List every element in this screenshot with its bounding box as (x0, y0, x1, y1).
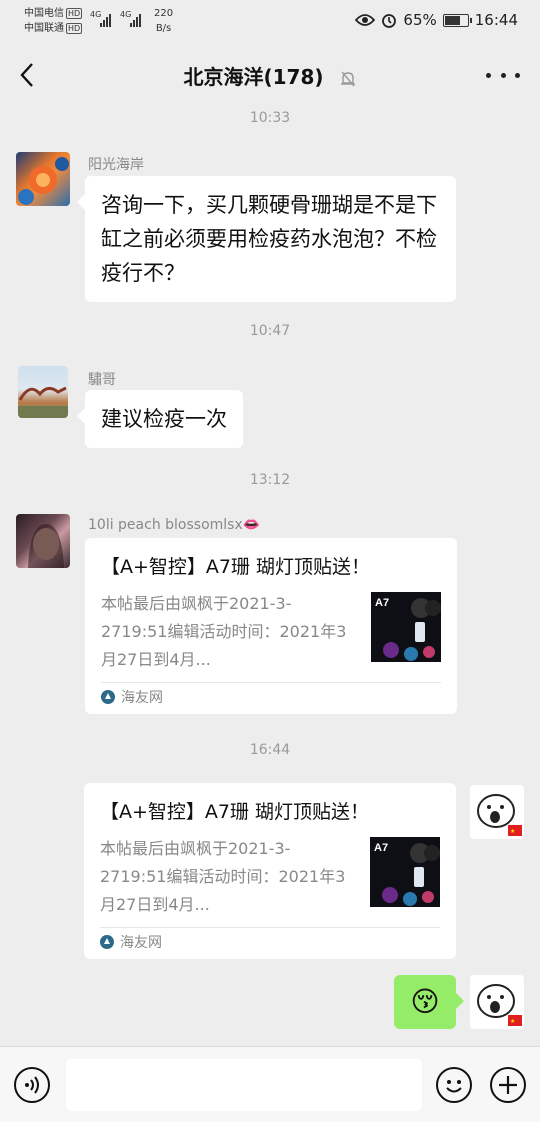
carrier-1: 中国电信 (24, 8, 64, 19)
sender-name: 阳光海岸 (88, 157, 144, 173)
avatar[interactable]: ★ (470, 975, 524, 1029)
hd-badge: HD (66, 8, 83, 19)
battery-icon (442, 13, 472, 27)
status-bar: 中国电信 HD 中国联通 HD 4G 4G 220 B/s 65% 16:44 (0, 0, 540, 44)
input-bar (0, 1046, 540, 1122)
thumb-label: A7 (374, 842, 388, 854)
divider (101, 682, 441, 683)
battery-percent: 65% (403, 11, 437, 29)
card-thumbnail: A7 (371, 592, 441, 662)
hd-badge: HD (66, 23, 83, 34)
card-source: 海友网 (100, 932, 162, 952)
timestamp: 13:12 (249, 472, 291, 488)
app-icon (100, 935, 114, 949)
carrier-info: 中国电信 HD 中国联通 HD (24, 6, 83, 36)
network-speed-unit: B/s (155, 23, 172, 34)
more-dots-icon[interactable] (486, 64, 520, 86)
chat-title-row: 北京海洋(178) (0, 61, 540, 90)
alarm-icon (382, 14, 397, 28)
bell-off-icon (340, 71, 355, 86)
avatar[interactable] (16, 514, 70, 568)
signal-icon (130, 14, 141, 27)
message-bubble[interactable]: 咨询一下，买几颗硬骨珊瑚是不是下缸之前必须要用检疫药水泡泡？不检疫行不？ (77, 176, 456, 302)
card-description: 本帖最后由飒枫于2021-3-2719:51编辑活动时间：2021年3月27日到… (100, 839, 346, 914)
message-bubble[interactable]: 建议检疫一次 (77, 390, 243, 448)
sender-name: 驌哥 (88, 372, 116, 388)
network-speed-value: 220 (154, 8, 174, 19)
avatar[interactable]: ★ (470, 785, 524, 839)
voice-icon[interactable] (14, 1067, 50, 1103)
plus-icon[interactable] (490, 1067, 526, 1103)
chat-header: 北京海洋(178) (0, 44, 540, 106)
chat-title: 北京海洋(178) (183, 65, 324, 89)
card-description: 本帖最后由飒枫于2021-3-2719:51编辑活动时间：2021年3月27日到… (101, 594, 347, 669)
status-right: 65% 16:44 (355, 11, 518, 29)
card-source-name: 海友网 (121, 690, 163, 706)
card-title: 【A+智控】A7珊 瑚灯顶贴送！ (100, 801, 370, 823)
card-source-name: 海友网 (120, 935, 162, 951)
divider (100, 927, 440, 928)
link-card[interactable]: 【A+智控】A7珊 瑚灯顶贴送！ 本帖最后由飒枫于2021-3-2719:51编… (85, 538, 457, 714)
avatar[interactable] (16, 152, 70, 206)
app-icon (101, 690, 115, 704)
message-bubble[interactable]: 😚 (394, 975, 464, 1029)
thumb-label: A7 (375, 597, 389, 609)
card-title: 【A+智控】A7珊 瑚灯顶贴送！ (101, 556, 371, 578)
network-speed: 220 B/s (154, 6, 173, 36)
svg-text:★: ★ (510, 828, 515, 835)
clock: 16:44 (474, 11, 518, 29)
avatar[interactable] (18, 366, 68, 418)
card-source: 海友网 (101, 687, 163, 707)
signal-icon (100, 14, 111, 27)
timestamp: 10:47 (249, 323, 291, 339)
sender-name: 10li peach blossomlsx👄 (88, 517, 261, 533)
carrier-2: 中国联通 (24, 23, 64, 34)
eye-icon (355, 14, 376, 26)
link-card[interactable]: 【A+智控】A7珊 瑚灯顶贴送！ 本帖最后由飒枫于2021-3-2719:51编… (84, 783, 456, 959)
timestamp: 16:44 (249, 742, 291, 758)
timestamp: 10:33 (249, 110, 291, 126)
emoji-icon[interactable] (436, 1067, 472, 1103)
svg-text:★: ★ (510, 1018, 515, 1025)
card-thumbnail: A7 (370, 837, 440, 907)
message-input[interactable] (66, 1059, 422, 1111)
